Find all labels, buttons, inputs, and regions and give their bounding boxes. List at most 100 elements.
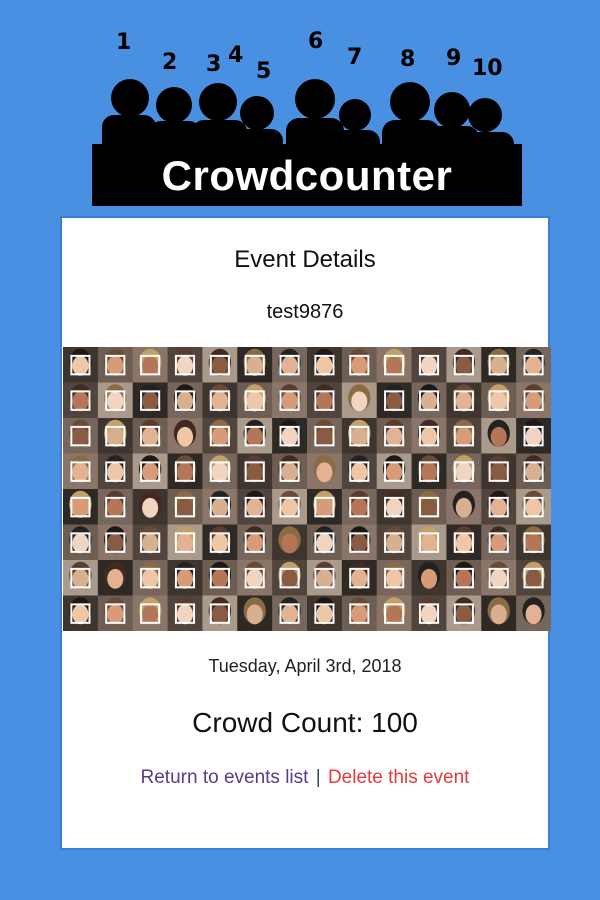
- face: [246, 568, 263, 589]
- face: [211, 462, 228, 483]
- face: [107, 497, 124, 518]
- face: [72, 355, 89, 376]
- face: [246, 497, 263, 518]
- face: [490, 604, 507, 625]
- face: [316, 391, 333, 412]
- face: [142, 604, 159, 625]
- face: [281, 604, 298, 625]
- face: [211, 568, 228, 589]
- face: [455, 426, 472, 447]
- face: [525, 391, 542, 412]
- face: [455, 568, 472, 589]
- face: [490, 462, 507, 483]
- face: [176, 426, 194, 447]
- face: [72, 391, 89, 412]
- face: [351, 391, 368, 412]
- face: [72, 604, 89, 625]
- face: [455, 533, 472, 554]
- face: [525, 355, 542, 376]
- face: [525, 462, 542, 483]
- logo-number-8: 8: [400, 47, 415, 72]
- face: [420, 533, 438, 554]
- face: [455, 462, 472, 483]
- face: [351, 604, 368, 625]
- face: [246, 604, 263, 625]
- face: [351, 426, 368, 447]
- face: [525, 568, 542, 589]
- face: [107, 355, 124, 376]
- face: [176, 568, 194, 589]
- face: [211, 426, 228, 447]
- logo-number-10: 10: [472, 56, 503, 81]
- face: [420, 568, 438, 589]
- face: [107, 533, 124, 554]
- logo-number-1: 1: [116, 30, 131, 55]
- face: [316, 426, 333, 447]
- face: [72, 533, 89, 554]
- face: [246, 426, 263, 447]
- face: [281, 391, 298, 412]
- face: [386, 462, 403, 483]
- face: [281, 533, 298, 554]
- face: [490, 497, 507, 518]
- face: [211, 533, 228, 554]
- face: [142, 426, 159, 447]
- face: [72, 568, 89, 589]
- logo-number-9: 9: [446, 46, 461, 71]
- face: [316, 355, 333, 376]
- face: [525, 604, 542, 625]
- face: [386, 426, 403, 447]
- return-to-events-link[interactable]: Return to events list: [141, 767, 309, 788]
- face: [490, 355, 507, 376]
- face: [525, 497, 542, 518]
- face: [386, 355, 403, 376]
- logo-wordmark: Crowdcounter: [161, 152, 453, 199]
- logo-number-7: 7: [347, 45, 362, 70]
- face: [351, 462, 368, 483]
- face: [72, 426, 89, 447]
- face: [316, 533, 333, 554]
- event-details-card: Event Details test9876 Tuesday, April 3r…: [60, 216, 551, 850]
- face: [455, 355, 472, 376]
- face: [281, 426, 298, 447]
- face: [455, 604, 472, 625]
- face: [142, 568, 159, 589]
- face: [107, 604, 124, 625]
- face: [142, 391, 159, 412]
- face: [420, 355, 438, 376]
- delete-event-link[interactable]: Delete this event: [328, 767, 470, 788]
- crowdcounter-logo: 1 2 3 4 5 6 7 8 9 10 Crowdcounter: [92, 24, 522, 206]
- face: [176, 533, 194, 554]
- face: [281, 462, 298, 483]
- logo-number-6: 6: [308, 29, 323, 54]
- face: [142, 533, 159, 554]
- face: [386, 497, 403, 518]
- logo-number-2: 2: [162, 50, 177, 75]
- face: [316, 497, 333, 518]
- face: [316, 604, 333, 625]
- face: [246, 391, 263, 412]
- face: [176, 355, 194, 376]
- logo-number-5: 5: [256, 59, 271, 84]
- face: [316, 568, 333, 589]
- face: [246, 462, 263, 483]
- face: [142, 462, 159, 483]
- face: [107, 462, 124, 483]
- face: [420, 497, 438, 518]
- face: [142, 497, 159, 518]
- logo-number-4: 4: [228, 43, 243, 68]
- face: [72, 462, 89, 483]
- face: [176, 462, 194, 483]
- event-name: test9876: [266, 301, 344, 323]
- face: [211, 604, 228, 625]
- face: [490, 533, 507, 554]
- face: [525, 533, 542, 554]
- face-grid-image: [63, 347, 551, 631]
- face: [72, 497, 89, 518]
- face: [176, 604, 194, 625]
- event-actions: Return to events list | Delete this even…: [62, 766, 548, 790]
- face: [386, 568, 403, 589]
- face: [420, 426, 438, 447]
- face: [281, 355, 298, 376]
- action-separator: |: [315, 767, 321, 788]
